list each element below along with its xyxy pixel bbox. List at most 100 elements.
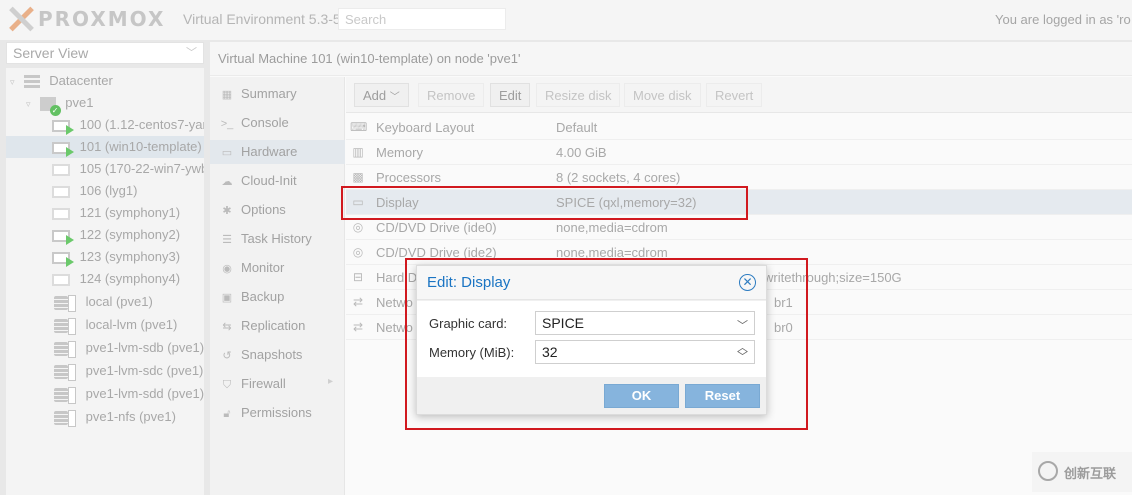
tree-node-vm-121[interactable]: 121 (symphony1) [52, 202, 204, 224]
tree-node-storage-sdb[interactable]: pve1-lvm-sdb (pve1) [54, 337, 204, 359]
row-value: none,media=cdrom [556, 245, 668, 260]
vm-stopped-icon [52, 163, 70, 176]
breadcrumb: Virtual Machine 101 (win10-template) on … [210, 42, 1132, 76]
storage-icon [54, 386, 76, 404]
graphic-card-value: SPICE [542, 315, 585, 331]
watermark: 创新互联 [1032, 452, 1132, 492]
tree-node-label: local (pve1) [85, 294, 153, 309]
network-icon: ⇄ [352, 295, 364, 309]
tree-node-vm-100[interactable]: 100 (1.12-centos7-yar [52, 114, 204, 136]
tree-node-label: 123 (symphony3) [79, 249, 181, 264]
cdrom-icon: ◎ [352, 245, 364, 259]
reset-button[interactable]: Reset [685, 384, 760, 408]
memory-spinner[interactable]: 32 ︿ ﹀ [535, 340, 755, 364]
hardware-row-processors[interactable]: ▩ Processors 8 (2 sockets, 4 cores) [346, 165, 1132, 190]
nav-console[interactable]: >_ Console [210, 111, 345, 135]
nav-monitor[interactable]: ◉ Monitor [210, 256, 345, 280]
move-disk-button[interactable]: Move disk [624, 83, 701, 107]
add-label: Add [363, 88, 387, 103]
nav-options[interactable]: ✱ Options [210, 198, 345, 222]
row-key: Memory [376, 145, 423, 160]
row-value: none,media=cdrom [556, 220, 668, 235]
nav-cloud-init[interactable]: ☁ Cloud-Init [210, 169, 345, 193]
tree-node-vm-124[interactable]: 124 (symphony4) [52, 268, 204, 290]
resize-disk-button[interactable]: Resize disk [536, 83, 621, 107]
resource-tree: ▿ Datacenter ▿ pve1 100 (1.12-centos7-ya… [6, 68, 204, 495]
row-key: Netwo [376, 320, 413, 335]
nav-label: Summary [241, 86, 297, 101]
tree-node-storage-nfs[interactable]: pve1-nfs (pve1) [54, 406, 204, 428]
tree-node-vm-106[interactable]: 106 (lyg1) [52, 180, 204, 202]
tree-node-vm-105[interactable]: 105 (170-22-win7-ywb [52, 158, 204, 180]
chevron-down-icon: ﹀ [737, 320, 748, 332]
spinner-icon[interactable]: ︿ ﹀ [737, 343, 748, 363]
nav-label: Firewall [241, 376, 286, 391]
nav-snapshots[interactable]: ↺ Snapshots [210, 343, 345, 367]
tree-node-label: 105 (170-22-win7-ywb [79, 161, 204, 176]
edit-button[interactable]: Edit [490, 83, 531, 107]
graphic-card-select[interactable]: SPICE ﹀ [535, 311, 755, 335]
row-value: br1 [774, 295, 793, 310]
tree-node-vm-122[interactable]: 122 (symphony2) [52, 224, 204, 246]
nav-summary[interactable]: ▦ Summary [210, 82, 345, 106]
nav-label: Backup [241, 289, 285, 304]
nav-firewall[interactable]: ⛉ Firewall ▸ [210, 372, 345, 396]
nav-label: Hardware [241, 144, 298, 159]
nav-backup[interactable]: ▣ Backup [210, 285, 345, 309]
cdrom-icon: ◎ [352, 220, 364, 234]
tree-node-pve1[interactable]: ▿ pve1 [26, 92, 204, 116]
row-key: Display [376, 195, 419, 210]
chevron-right-icon: ▸ [327, 376, 333, 387]
nav-permissions[interactable]: 🔓︎ Permissions [210, 401, 345, 425]
tree-node-storage-local[interactable]: local (pve1) [54, 291, 204, 313]
tree-node-storage-sdd[interactable]: pve1-lvm-sdd (pve1) [54, 383, 204, 405]
add-button[interactable]: Add ﹀ [354, 83, 409, 107]
eye-icon: ◉ [222, 263, 232, 275]
vm-stopped-icon [52, 273, 70, 286]
storage-icon [54, 409, 76, 427]
dialog-body: Graphic card: SPICE ﹀ Memory (MiB): 32 ︿… [417, 301, 766, 377]
close-icon[interactable]: ✕ [739, 274, 756, 291]
memory-value: 32 [542, 344, 558, 360]
floppy-icon: ▣ [221, 292, 233, 304]
nav-task-history[interactable]: ☰ Task History [210, 227, 345, 251]
vm-running-icon [52, 119, 74, 135]
nav-hardware[interactable]: ▭ Hardware [210, 140, 345, 164]
watermark-text: 创新互联 [1064, 466, 1117, 481]
hardware-row-memory[interactable]: ▥ Memory 4.00 GiB [346, 140, 1132, 165]
tree-node-label: 124 (symphony4) [79, 271, 181, 286]
row-value: writethrough;size=150G [764, 270, 902, 285]
server-view-select[interactable]: Server View ﹀ [6, 42, 204, 64]
revert-button[interactable]: Revert [706, 83, 763, 107]
hardware-row-keyboard[interactable]: ⌨ Keyboard Layout Default [346, 115, 1132, 140]
tree-node-label: pve1-lvm-sdc (pve1) [85, 363, 204, 378]
memory-icon: ▥ [352, 145, 364, 159]
tree-node-label: pve1-lvm-sdb (pve1) [85, 340, 204, 355]
dialog-footer: OK Reset [417, 378, 766, 414]
tree-node-storage-sdc[interactable]: pve1-lvm-sdc (pve1) [54, 360, 204, 382]
ok-button[interactable]: OK [604, 384, 679, 408]
tree-node-vm-123[interactable]: 123 (symphony3) [52, 246, 204, 268]
nav-replication[interactable]: ⇆ Replication [210, 314, 345, 338]
dialog-title: Edit: Display [427, 274, 511, 291]
unlock-icon: 🔓︎ [223, 408, 231, 420]
logo-text: PROXMOX [38, 7, 166, 31]
tree-node-label: pve1 [65, 95, 94, 110]
search-input[interactable]: Search [338, 8, 506, 30]
tree-node-storage-local-lvm[interactable]: local-lvm (pve1) [54, 314, 204, 336]
monitor-icon: ▭ [352, 195, 364, 209]
dialog-header: Edit: Display ✕ [417, 266, 766, 300]
hdd-icon: ⊟ [352, 270, 364, 284]
collapse-icon[interactable]: ▿ [10, 71, 20, 93]
hardware-row-cdrom-ide0[interactable]: ◎ CD/DVD Drive (ide0) none,media=cdrom [346, 215, 1132, 240]
collapse-icon[interactable]: ▿ [26, 93, 36, 115]
hardware-row-display[interactable]: ▭ Display SPICE (qxl,memory=32) [346, 190, 1132, 215]
tree-node-datacenter[interactable]: ▿ Datacenter [10, 70, 204, 92]
row-key: Keyboard Layout [376, 120, 475, 135]
nav-label: Monitor [241, 260, 285, 275]
watermark-logo-icon [1038, 461, 1058, 481]
remove-button[interactable]: Remove [418, 83, 485, 107]
hardware-row-cdrom-ide2[interactable]: ◎ CD/DVD Drive (ide2) none,media=cdrom [346, 240, 1132, 265]
proxmox-logo[interactable]: PROXMOX [8, 6, 165, 32]
tree-node-vm-101[interactable]: 101 (win10-template) [6, 136, 204, 158]
